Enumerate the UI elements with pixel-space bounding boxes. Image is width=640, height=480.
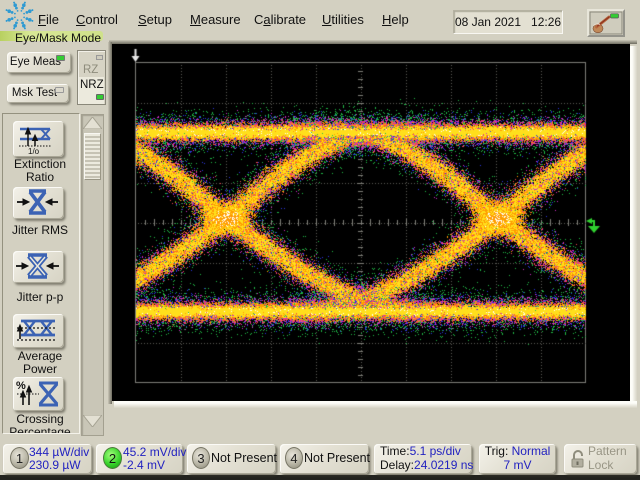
svg-text:%: %: [16, 380, 26, 392]
svg-text:1/o: 1/o: [28, 147, 40, 155]
